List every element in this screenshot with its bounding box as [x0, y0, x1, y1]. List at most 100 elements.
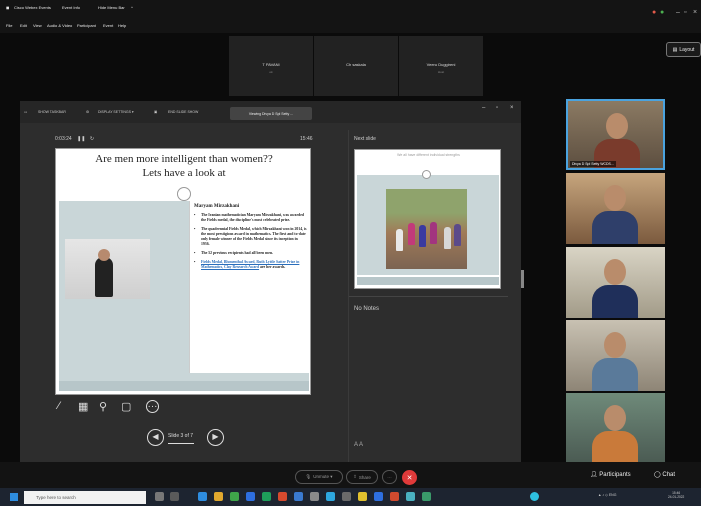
layout-icon: ▤ — [672, 46, 678, 53]
unmute-button[interactable]: 🎙︎ Unmute ▾ — [295, 470, 343, 484]
chat-label: Chat — [662, 472, 676, 478]
taskbar-clock[interactable]: 15:46 24-01-2022 — [668, 491, 684, 499]
menu-audio-video[interactable]: Audio & Video — [47, 23, 72, 28]
slide-subheading: Maryam Mirzakhani — [194, 204, 240, 209]
taskbar-search-input[interactable]: Type here to search — [24, 491, 146, 504]
app-icon[interactable] — [326, 492, 335, 501]
zoom-icon[interactable]: ⚲ — [99, 400, 107, 413]
participant-name: Ch saskala — [346, 62, 366, 67]
weather-icon[interactable] — [530, 492, 539, 501]
app-icon[interactable] — [358, 492, 367, 501]
event-info-button[interactable]: Event Info — [62, 5, 80, 10]
notes-font-size-controls[interactable]: A A — [354, 442, 363, 448]
file-explorer-icon[interactable] — [214, 492, 223, 501]
taskbar-icon: ▭ — [24, 110, 28, 114]
participants-icon: 👤︎ — [590, 472, 598, 478]
app-icon[interactable] — [310, 492, 319, 501]
slide-decoration — [177, 187, 191, 201]
menu-view[interactable]: View — [33, 23, 42, 28]
display-settings-button[interactable]: DISPLAY SETTINGS ▾ — [98, 110, 134, 114]
pause-icon[interactable]: ❚❚ — [77, 136, 85, 142]
webex-logo-icon: ◼ — [6, 5, 10, 10]
slide-footer-band — [59, 381, 309, 391]
chrome-icon[interactable] — [230, 492, 239, 501]
microphone-icon: 🎙︎ — [305, 474, 312, 479]
chat-button[interactable]: ◯ Chat — [654, 471, 675, 478]
slides-grid-icon[interactable]: ▦ — [78, 400, 88, 413]
outlook-icon[interactable] — [294, 492, 303, 501]
video-tile[interactable]: Divya D Spl Setty WCDS... — [566, 99, 665, 170]
presentation-timer: 0:03:24 ❚❚ ↻ — [55, 136, 94, 142]
video-tile[interactable] — [566, 247, 665, 318]
task-view-icon[interactable] — [155, 492, 164, 501]
slide-bullet: The Iranian mathematician Maryam Mirzakh… — [193, 213, 307, 223]
app-icon[interactable] — [342, 492, 351, 501]
viewing-tab[interactable]: Viewing Divya D Spl Setty ... — [230, 107, 312, 120]
video-tile[interactable] — [566, 393, 665, 464]
menu-event[interactable]: Event — [103, 23, 113, 28]
close-icon[interactable]: × — [510, 105, 514, 111]
powerpoint-icon[interactable] — [278, 492, 287, 501]
participant-status: ok — [269, 70, 273, 74]
slide-counter-underline — [168, 443, 194, 444]
slide-counter[interactable]: Slide 3 of 7 — [168, 433, 193, 439]
share-button[interactable]: ⇪ Share — [346, 470, 378, 484]
show-taskbar-button[interactable]: SHOW TASKBAR — [38, 110, 66, 114]
participants-button[interactable]: 👤︎ Participants — [590, 471, 631, 478]
previous-slide-button[interactable]: ◀ — [147, 429, 164, 446]
title-bar: ◼ Cisco Webex Events Event Info Hide Men… — [0, 0, 701, 22]
slide-title-line-2: Lets have a look at — [142, 167, 226, 179]
system-tray[interactable]: ▲ ♪ ◇ ENG — [598, 493, 616, 497]
word-icon[interactable] — [246, 492, 255, 501]
video-tile-name: Divya D Spl Setty WCDS... — [570, 161, 616, 167]
menu-participant[interactable]: Participant — [77, 23, 96, 28]
close-icon[interactable]: × — [693, 9, 697, 16]
more-button[interactable]: ··· — [382, 470, 397, 484]
slide-photo — [65, 239, 150, 299]
app-icon[interactable] — [422, 492, 431, 501]
panel-resize-handle[interactable] — [521, 270, 524, 288]
webex-taskbar-icon[interactable] — [406, 492, 415, 501]
layout-label: Layout — [679, 46, 695, 53]
menu-edit[interactable]: Edit — [20, 23, 27, 28]
next-slide-button[interactable]: ▶ — [207, 429, 224, 446]
timer-value: 0:03:24 — [55, 136, 72, 142]
edge-icon[interactable] — [198, 492, 207, 501]
record-icon: ● — [652, 9, 657, 16]
end-slide-show-button[interactable]: END SLIDE SHOW — [168, 110, 198, 114]
menu-help[interactable]: Help — [118, 23, 126, 28]
layout-button[interactable]: ▤ Layout — [666, 42, 701, 57]
excel-icon[interactable] — [262, 492, 271, 501]
chevron-up-icon[interactable]: ^ — [131, 5, 133, 10]
taskbar-date: 24-01-2022 — [668, 495, 685, 499]
minimize-icon[interactable]: – — [676, 9, 680, 16]
screen-icon[interactable]: ▢ — [121, 400, 131, 413]
maximize-icon[interactable]: ▫ — [496, 105, 498, 111]
minimize-icon[interactable]: – — [482, 105, 485, 111]
maximize-icon[interactable]: ▫ — [684, 9, 686, 16]
widgets-icon[interactable] — [170, 492, 179, 501]
windows-start-icon[interactable] — [10, 493, 18, 501]
menu-file[interactable]: File — [6, 23, 12, 28]
pen-icon[interactable]: ⁄ — [58, 400, 60, 412]
share-label: Share — [358, 474, 371, 480]
participant-tile[interactable]: Ch saskala — [314, 36, 398, 96]
app-icon[interactable] — [374, 492, 383, 501]
slide-bullet: Fields Medal, Blumenthal Award, Ruth Lyt… — [193, 260, 307, 270]
participant-tile[interactable]: Veeru Duggireni Host — [399, 36, 483, 96]
participant-name: Veeru Duggireni — [426, 62, 456, 67]
video-tile[interactable] — [566, 320, 665, 391]
slide-bullets: The Iranian mathematician Maryam Mirzakh… — [190, 213, 310, 270]
participant-tile[interactable]: T PAVANI ok — [229, 36, 313, 96]
slide-title-line-1: Are men more intelligent than women?? — [95, 153, 273, 165]
participants-label: Participants — [599, 472, 631, 478]
video-tile[interactable] — [566, 173, 665, 244]
more-options-icon[interactable]: ··· — [146, 400, 159, 413]
app-icon[interactable] — [390, 492, 399, 501]
end-meeting-button[interactable]: ✕ — [402, 470, 417, 485]
next-slide-preview[interactable]: We all have different individual strengt… — [354, 149, 501, 289]
reset-icon[interactable]: ↻ — [90, 136, 94, 142]
slide-navigation: ◀ Slide 3 of 7 ▶ — [147, 429, 227, 449]
hide-menu-bar-button[interactable]: Hide Menu Bar — [98, 5, 125, 10]
end-show-icon: ▣ — [154, 110, 158, 114]
